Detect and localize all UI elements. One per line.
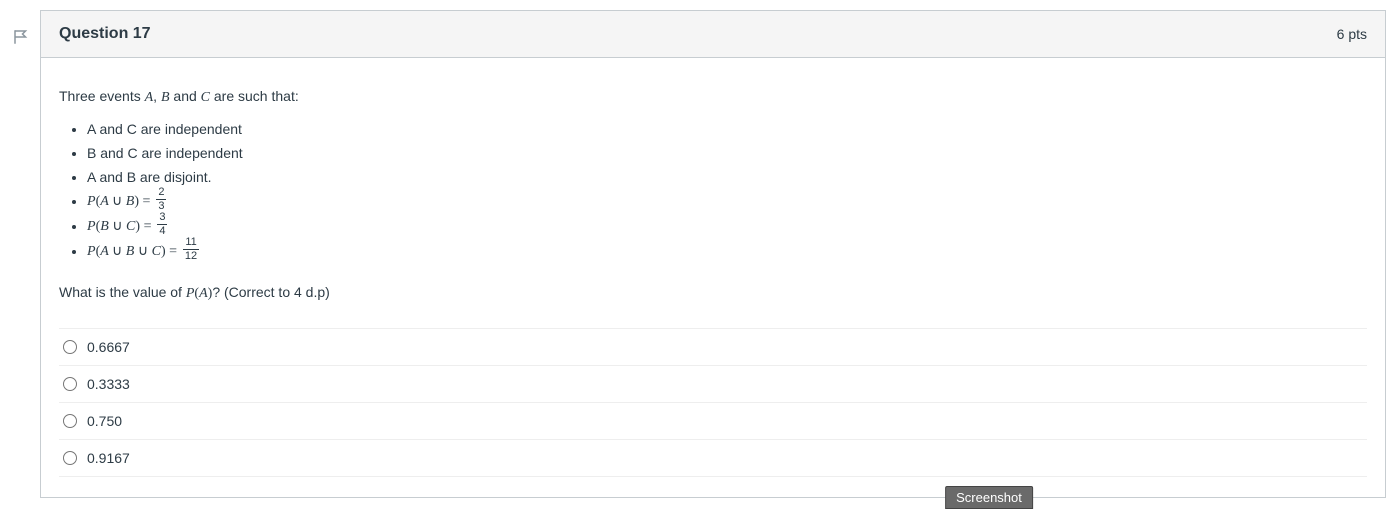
answer-option[interactable]: 0.9167 xyxy=(59,440,1367,477)
answer-option[interactable]: 0.750 xyxy=(59,403,1367,440)
final-question: What is the value of P(A)? (Correct to 4… xyxy=(59,282,1367,304)
answer-option[interactable]: 0.3333 xyxy=(59,366,1367,403)
intro-text: Three events A, B and C are such that: xyxy=(59,86,1367,108)
answer-label[interactable]: 0.750 xyxy=(87,413,122,429)
answers-list: 0.6667 0.3333 0.750 0.9167 xyxy=(59,328,1367,477)
screenshot-badge: Screenshot xyxy=(945,486,1033,509)
event-b: B xyxy=(161,90,170,105)
event-c: C xyxy=(201,90,210,105)
event-a: A xyxy=(145,90,154,105)
bullet-1: A and C are independent xyxy=(87,118,1367,142)
final-math: P(A) xyxy=(186,286,212,301)
question-body: Three events A, B and C are such that: A… xyxy=(41,58,1385,497)
bullet-6: P(A ∪ B ∪ C) = 11 12 xyxy=(87,239,1367,264)
question-container: Question 17 6 pts Three events A, B and … xyxy=(12,10,1386,498)
fraction-ab: 2 3 xyxy=(156,187,166,212)
bullet-3: A and B are disjoint. xyxy=(87,166,1367,190)
answer-label[interactable]: 0.3333 xyxy=(87,376,130,392)
bullet-5: P(B ∪ C) = 3 4 xyxy=(87,214,1367,239)
intro-mid1: , xyxy=(153,88,161,104)
intro-prefix: Three events xyxy=(59,88,145,104)
question-header: Question 17 6 pts xyxy=(41,11,1385,58)
question-points: 6 pts xyxy=(1337,26,1367,42)
frac-den: 4 xyxy=(157,225,167,237)
intro-suffix: are such that: xyxy=(210,88,299,104)
frac-num: 11 xyxy=(183,237,199,250)
frac-num: 3 xyxy=(157,212,167,225)
fraction-bc: 3 4 xyxy=(157,212,167,237)
flag-icon[interactable] xyxy=(12,28,30,46)
frac-num: 2 xyxy=(156,187,166,200)
bullet-list: A and C are independent B and C are inde… xyxy=(59,118,1367,264)
fraction-abc: 11 12 xyxy=(183,237,199,262)
final-prefix: What is the value of xyxy=(59,284,186,300)
answer-option[interactable]: 0.6667 xyxy=(59,329,1367,366)
radio-input[interactable] xyxy=(63,451,77,465)
answer-label[interactable]: 0.9167 xyxy=(87,450,130,466)
question-title: Question 17 xyxy=(59,25,151,43)
intro-mid2: and xyxy=(170,88,201,104)
radio-input[interactable] xyxy=(63,377,77,391)
final-suffix: ? (Correct to 4 d.p) xyxy=(212,284,330,300)
answer-label[interactable]: 0.6667 xyxy=(87,339,130,355)
radio-input[interactable] xyxy=(63,340,77,354)
frac-den: 12 xyxy=(183,250,199,262)
radio-input[interactable] xyxy=(63,414,77,428)
bullet-4: P(A ∪ B) = 2 3 xyxy=(87,189,1367,214)
question-box: Question 17 6 pts Three events A, B and … xyxy=(40,10,1386,498)
bullet-2: B and C are independent xyxy=(87,142,1367,166)
